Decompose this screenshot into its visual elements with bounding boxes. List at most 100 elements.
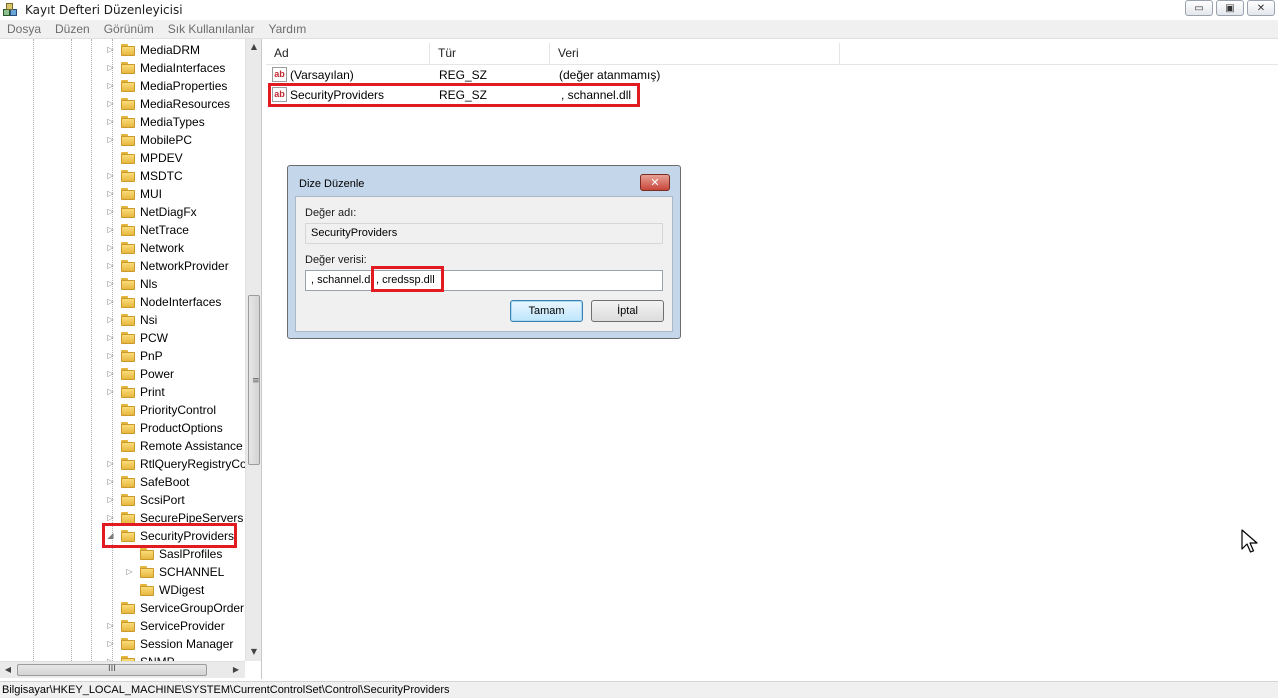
menu-sik-kullanilanlar[interactable]: Sık Kullanılanlar <box>161 22 262 36</box>
expand-arrow-icon[interactable]: ▷ <box>106 135 115 144</box>
folder-icon <box>121 134 135 146</box>
expand-arrow-icon[interactable]: ▷ <box>106 351 115 360</box>
expand-arrow-icon[interactable]: ▷ <box>106 279 115 288</box>
tree-vertical-scrollbar[interactable]: ▲ ≡ ▼ <box>245 39 261 661</box>
tree-item-mediaresources[interactable]: ▷ MediaResources <box>0 95 245 113</box>
tree-scroll-thumb[interactable]: ≡ <box>248 295 260 465</box>
tree-item-mpdev[interactable]: MPDEV <box>0 149 245 167</box>
expand-arrow-icon[interactable]: ▷ <box>106 243 115 252</box>
expand-arrow-icon[interactable]: ▷ <box>106 369 115 378</box>
menu-bar: Dosya Düzen Görünüm Sık Kullanılanlar Ya… <box>0 20 1278 39</box>
tree-hscroll-thumb[interactable]: III <box>17 664 207 676</box>
folder-icon <box>121 152 135 164</box>
dialog-close-button[interactable]: ✕ <box>640 174 670 191</box>
tree-item-mediaproperties[interactable]: ▷ MediaProperties <box>0 77 245 95</box>
folder-icon <box>121 422 135 434</box>
tree-item-print[interactable]: ▷ Print <box>0 383 245 401</box>
tree-item-rtlqueryregistryco[interactable]: ▷ RtlQueryRegistryCo <box>0 455 245 473</box>
menu-yardim[interactable]: Yardım <box>261 22 313 36</box>
expand-arrow-icon[interactable]: ▷ <box>106 117 115 126</box>
expand-arrow-icon[interactable]: ▷ <box>106 315 115 324</box>
tree-item-msdtc[interactable]: ▷ MSDTC <box>0 167 245 185</box>
expand-arrow-icon[interactable]: ▷ <box>106 639 115 648</box>
expand-arrow-icon[interactable]: ▷ <box>106 333 115 342</box>
folder-icon <box>121 368 135 380</box>
expand-arrow-icon[interactable]: ▷ <box>106 81 115 90</box>
dialog-body: Değer adı: SecurityProviders Değer veris… <box>295 196 673 332</box>
scroll-up-arrow-icon[interactable]: ▲ <box>246 39 261 55</box>
cancel-button[interactable]: İptal <box>591 300 664 322</box>
tree-item-label: Remote Assistance <box>140 439 243 453</box>
tree-horizontal-scrollbar[interactable]: ◀ III ▶ <box>0 661 245 678</box>
tree-item-serviceprovider[interactable]: ▷ ServiceProvider <box>0 617 245 635</box>
tree-item-mediatypes[interactable]: ▷ MediaTypes <box>0 113 245 131</box>
expand-arrow-icon[interactable]: ▷ <box>106 225 115 234</box>
scroll-left-arrow-icon[interactable]: ◀ <box>0 662 16 678</box>
tree-item-mediainterfaces[interactable]: ▷ MediaInterfaces <box>0 59 245 77</box>
expand-arrow-icon[interactable]: ▷ <box>106 459 115 468</box>
folder-icon <box>121 224 135 236</box>
folder-icon <box>121 332 135 344</box>
tree-item-pcw[interactable]: ▷ PCW <box>0 329 245 347</box>
tree-item-snmp[interactable]: ▷SNMP <box>0 653 245 661</box>
expand-arrow-icon[interactable]: ▷ <box>106 477 115 486</box>
column-header-name[interactable]: Ad <box>266 43 430 65</box>
tree-item-label: NodeInterfaces <box>140 295 222 309</box>
tree-item-label: SCHANNEL <box>159 565 225 579</box>
tree-item-prioritycontrol[interactable]: PriorityControl <box>0 401 245 419</box>
expand-arrow-icon[interactable]: ▷ <box>106 495 115 504</box>
mouse-cursor-icon <box>1241 529 1258 553</box>
menu-dosya[interactable]: Dosya <box>0 22 48 36</box>
folder-icon <box>140 548 154 560</box>
maximize-button[interactable]: ▣ <box>1216 0 1244 16</box>
expand-arrow-icon[interactable]: ▷ <box>106 171 115 180</box>
column-header-type[interactable]: Tür <box>430 43 550 65</box>
value-data-input[interactable]: , schannel.d , credssp.dll <box>305 270 663 291</box>
tree-item-wdigest[interactable]: WDigest <box>0 581 245 599</box>
expand-arrow-icon[interactable]: ▷ <box>106 63 115 72</box>
maximize-icon: ▣ <box>1225 2 1235 14</box>
tree-item-pnp[interactable]: ▷ PnP <box>0 347 245 365</box>
tree-item-network[interactable]: ▷ Network <box>0 239 245 257</box>
menu-duzen[interactable]: Düzen <box>48 22 97 36</box>
column-header-data[interactable]: Veri <box>550 43 840 65</box>
minimize-button[interactable]: ▭ <box>1185 0 1213 16</box>
tree-item-nodeinterfaces[interactable]: ▷ NodeInterfaces <box>0 293 245 311</box>
expand-arrow-icon[interactable]: ▷ <box>106 99 115 108</box>
tree-item-nls[interactable]: ▷ Nls <box>0 275 245 293</box>
expand-arrow-icon[interactable]: ▷ <box>106 189 115 198</box>
expand-arrow-icon[interactable]: ▷ <box>106 261 115 270</box>
tree-item-mediadrm[interactable]: ▷ MediaDRM <box>0 41 245 59</box>
list-row[interactable]: ab (Varsayılan) REG_SZ (değer atanmamış) <box>266 65 1278 85</box>
expand-arrow-icon[interactable]: ▷ <box>125 567 134 576</box>
expand-arrow-icon[interactable]: ▷ <box>106 297 115 306</box>
tree-item-remote-assistance[interactable]: Remote Assistance <box>0 437 245 455</box>
expand-arrow-icon[interactable]: ▷ <box>106 513 115 522</box>
registry-editor-icon <box>3 2 19 18</box>
ok-button[interactable]: Tamam <box>510 300 583 322</box>
tree-item-scsiport[interactable]: ▷ ScsiPort <box>0 491 245 509</box>
tree-item-safeboot[interactable]: ▷ SafeBoot <box>0 473 245 491</box>
tree-item-productoptions[interactable]: ProductOptions <box>0 419 245 437</box>
expand-arrow-icon[interactable]: ▷ <box>106 207 115 216</box>
tree-item-servicegrouporder[interactable]: ServiceGroupOrder <box>0 599 245 617</box>
tree-item-nsi[interactable]: ▷ Nsi <box>0 311 245 329</box>
scroll-right-arrow-icon[interactable]: ▶ <box>228 662 244 678</box>
tree-item-schannel[interactable]: ▷ SCHANNEL <box>0 563 245 581</box>
tree-item-mui[interactable]: ▷ MUI <box>0 185 245 203</box>
expand-arrow-icon[interactable]: ▷ <box>106 45 115 54</box>
expand-arrow-icon[interactable]: ▷ <box>106 387 115 396</box>
close-icon: ✕ <box>1256 2 1266 14</box>
scroll-down-arrow-icon[interactable]: ▼ <box>246 644 261 660</box>
close-window-button[interactable]: ✕ <box>1247 0 1275 16</box>
tree-item-networkprovider[interactable]: ▷ NetworkProvider <box>0 257 245 275</box>
tree-item-power[interactable]: ▷ Power <box>0 365 245 383</box>
tree-item-mobilepc[interactable]: ▷ MobilePC <box>0 131 245 149</box>
tree-item-netdiagfx[interactable]: ▷ NetDiagFx <box>0 203 245 221</box>
tree-item-nettrace[interactable]: ▷ NetTrace <box>0 221 245 239</box>
tree-item-session-manager[interactable]: ▷ Session Manager <box>0 635 245 653</box>
folder-icon <box>121 188 135 200</box>
menu-gorunum[interactable]: Görünüm <box>97 22 161 36</box>
tree-item-saslprofiles[interactable]: SaslProfiles <box>0 545 245 563</box>
expand-arrow-icon[interactable]: ▷ <box>106 621 115 630</box>
